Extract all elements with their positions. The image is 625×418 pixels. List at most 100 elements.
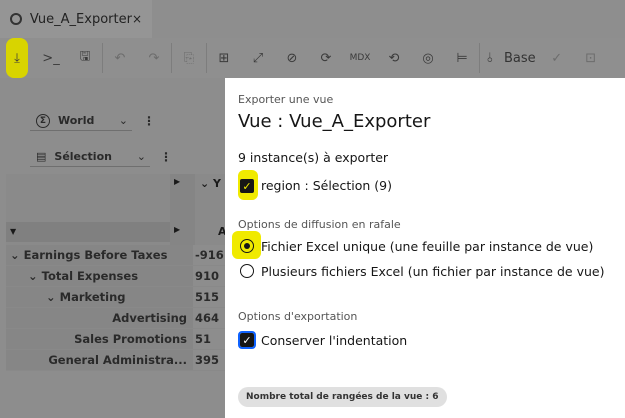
redo-button[interactable]: ↷ — [137, 38, 171, 78]
cell-value[interactable]: 515 — [193, 287, 225, 307]
refresh-button[interactable]: ⟳ — [309, 38, 343, 78]
data-grid: ⌄ Earnings Before Taxes -916 ⌄ Total Expen… — [6, 245, 225, 371]
undo-button[interactable]: ↶ — [103, 38, 137, 78]
cell-value[interactable]: -916 — [193, 245, 225, 265]
region-checkbox[interactable]: ✓ — [240, 179, 254, 193]
row-label: ⌄ Total Expenses — [6, 266, 193, 286]
row-label-text: Earnings Before Taxes — [23, 248, 168, 262]
tab-bar: Vue_A_Exporter × — [0, 0, 625, 38]
column-header-label: Y — [213, 177, 222, 190]
terminal-icon: >_ — [42, 50, 60, 66]
column-header[interactable]: ⌄ Y — [200, 177, 221, 190]
row-label-text: Total Expenses — [41, 269, 139, 283]
chevron-down-icon[interactable]: ⌄ — [46, 290, 56, 304]
dialog-title: Vue : Vue_A_Exporter — [238, 111, 431, 132]
table-row[interactable]: ⌄ Marketing 515 — [6, 287, 225, 308]
caret-right-icon[interactable]: ▶ — [174, 225, 180, 234]
chevron-down-icon[interactable]: ⌄ — [10, 248, 20, 262]
swap-axes-button[interactable]: ⤢ — [241, 38, 275, 78]
row-label-text: Marketing — [59, 290, 126, 304]
recalc-icon: ⟲ — [388, 50, 400, 66]
commit-button[interactable]: ✓ — [540, 38, 574, 78]
suppress-icon: ⊘ — [286, 50, 298, 66]
cell-value[interactable]: 51 — [193, 329, 225, 349]
download-icon: ⤓ — [14, 50, 20, 66]
focus-button[interactable]: ◎ — [411, 38, 445, 78]
view-icon — [10, 13, 22, 25]
dimension-world-dropdown[interactable]: Σ World ⌄ — [30, 111, 132, 131]
dimension-world-label: World — [58, 114, 95, 127]
row-label: General Administra... — [6, 350, 193, 370]
chevron-down-icon[interactable]: ⌄ — [28, 269, 38, 283]
refresh-icon: ⟳ — [320, 50, 332, 66]
more-icon[interactable]: ⋮ — [143, 114, 155, 128]
chevron-down-icon: ⌄ — [136, 150, 146, 163]
radio-single-file-label[interactable]: Fichier Excel unique (une feuille par in… — [261, 239, 593, 254]
more-icon[interactable]: ⋮ — [160, 150, 172, 164]
table-row[interactable]: General Administra... 395 — [6, 350, 225, 371]
check-icon: ✓ — [242, 333, 252, 347]
row-label: Advertising — [6, 308, 193, 328]
toolbar: ⤓ >_ 🖫 ↶ ↷ ⎘ ⊞ ⤢ ⊘ ⟳ MDX ⟲ ◎ ⊨ ⫰ Base ✓ … — [0, 38, 625, 78]
sigma-icon: Σ — [36, 113, 50, 128]
caret-down-icon[interactable]: ▼ — [10, 227, 16, 236]
radio-single-file[interactable] — [240, 239, 254, 253]
reset-button[interactable]: ⊡ — [574, 38, 608, 78]
mdx-icon: MDX — [349, 53, 371, 63]
mdx-console-button[interactable]: >_ — [34, 38, 68, 78]
burst-heading: Options de diffusion en rafale — [238, 218, 401, 231]
caret-right-icon[interactable]: ▶ — [174, 177, 180, 186]
tree-button[interactable]: ⊨ — [445, 38, 479, 78]
sandbox-icon: ⎘ — [183, 50, 195, 66]
instances-count: 9 instance(s) à exporter — [238, 150, 389, 165]
dimension-selection-label: Sélection — [54, 150, 112, 163]
check-circle-icon: ✓ — [551, 50, 563, 66]
tab-vue[interactable]: Vue_A_Exporter × — [0, 0, 152, 38]
cell-value[interactable]: 395 — [193, 350, 225, 370]
save-icon: 🖫 — [79, 49, 91, 64]
close-icon[interactable]: × — [132, 12, 142, 26]
layout-icon: ⊞ — [218, 50, 230, 66]
table-row[interactable]: ⌄ Total Expenses 910 — [6, 266, 225, 287]
table-row[interactable]: ⌄ Earnings Before Taxes -916 — [6, 245, 225, 266]
table-row[interactable]: Advertising 464 — [6, 308, 225, 329]
row-header-bar — [6, 222, 170, 242]
radio-multiple-files[interactable] — [240, 264, 254, 278]
save-button[interactable]: 🖫 — [68, 38, 102, 78]
mdx-button[interactable]: MDX — [343, 38, 377, 78]
cell-value[interactable]: 464 — [193, 308, 225, 328]
focus-icon: ◎ — [422, 50, 434, 66]
reset-icon: ⊡ — [585, 50, 597, 66]
recalc-button[interactable]: ⟲ — [377, 38, 411, 78]
export-button[interactable]: ⤓ — [0, 38, 34, 78]
indent-checkbox-label[interactable]: Conserver l'indentation — [261, 333, 407, 348]
indent-checkbox[interactable]: ✓ — [238, 331, 256, 349]
check-icon: ✓ — [242, 179, 252, 193]
view-area: Σ World ⌄ ⋮ ▤ Sélection ⌄ ⋮ ▶ ⌄ Y ▼ ▶ A … — [0, 78, 227, 418]
row-label-text: Advertising — [112, 311, 187, 325]
export-options-heading: Options d'exportation — [238, 310, 358, 323]
export-dialog: Exporter une vue Vue : Vue_A_Exporter 9 … — [225, 78, 625, 418]
suppress-zeros-button[interactable]: ⊘ — [275, 38, 309, 78]
subset-icon: ▤ — [36, 150, 47, 163]
chevron-down-icon: ⌄ — [200, 177, 214, 190]
sandbox-base[interactable]: Base — [500, 51, 540, 66]
row-label: ⌄ Earnings Before Taxes — [6, 245, 193, 265]
undo-icon: ↶ — [114, 50, 126, 66]
dialog-subtitle: Exporter une vue — [238, 93, 334, 106]
dimension-selection-dropdown[interactable]: ▤ Sélection ⌄ — [30, 147, 150, 167]
row-label: ⌄ Marketing — [6, 287, 193, 307]
radio-multiple-files-label[interactable]: Plusieurs fichiers Excel (un fichier par… — [261, 264, 604, 279]
chevron-down-icon: ⌄ — [118, 114, 128, 127]
row-label-text: Sales Promotions — [74, 332, 187, 346]
layout-button[interactable]: ⊞ — [207, 38, 241, 78]
region-checkbox-label[interactable]: region : Sélection (9) — [261, 178, 392, 193]
tree-icon: ⊨ — [456, 50, 468, 66]
sandbox-button[interactable]: ⎘ — [172, 38, 206, 78]
swap-icon: ⤢ — [252, 50, 264, 66]
row-label: Sales Promotions — [6, 329, 193, 349]
table-row[interactable]: Sales Promotions 51 — [6, 329, 225, 350]
row-count-badge: Nombre total de rangées de la vue : 6 — [238, 387, 447, 407]
cell-value[interactable]: 910 — [193, 266, 225, 286]
redo-icon: ↷ — [148, 50, 160, 66]
